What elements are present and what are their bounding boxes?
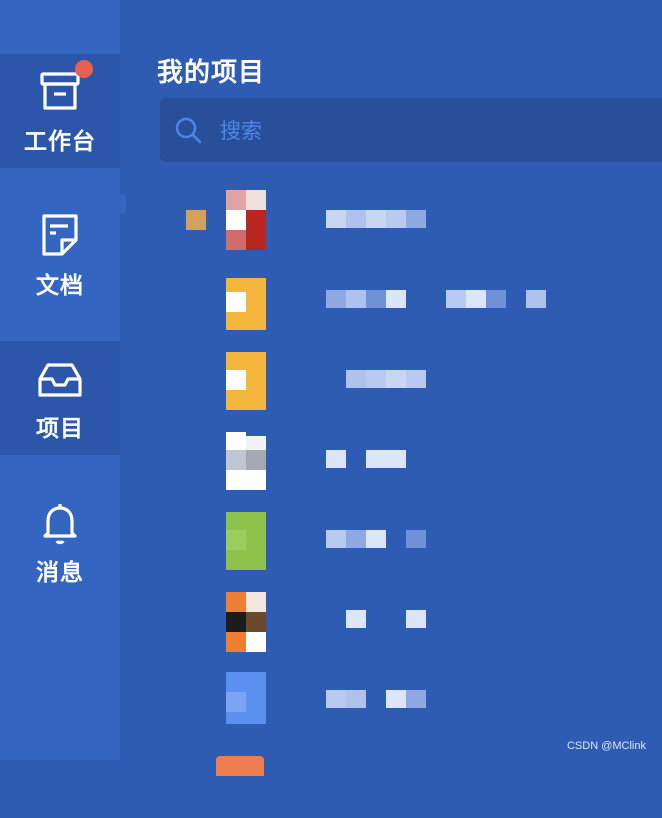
nav-label-workbench: 工作台 bbox=[24, 129, 96, 155]
search-icon bbox=[174, 116, 204, 150]
page-title: 我的项目 bbox=[157, 58, 266, 88]
project-thumbnail bbox=[226, 590, 266, 652]
nav-item-messages[interactable]: 消息 bbox=[0, 485, 120, 599]
search-input[interactable] bbox=[218, 112, 622, 150]
project-row[interactable] bbox=[160, 348, 662, 412]
project-thumbnail bbox=[226, 670, 266, 730]
nav-label-messages: 消息 bbox=[36, 560, 84, 586]
notification-badge bbox=[75, 60, 93, 78]
project-row[interactable] bbox=[160, 754, 662, 818]
document-icon bbox=[36, 212, 84, 260]
project-marker bbox=[186, 210, 206, 230]
sidebar-tab-notch bbox=[118, 195, 126, 213]
inbox-tray-icon bbox=[36, 355, 84, 403]
project-row[interactable] bbox=[160, 268, 662, 332]
project-row[interactable] bbox=[160, 588, 662, 652]
project-row[interactable] bbox=[160, 188, 662, 252]
project-thumbnail bbox=[226, 430, 266, 490]
project-thumbnail bbox=[226, 510, 266, 570]
nav-item-docs[interactable]: 文档 bbox=[0, 198, 120, 312]
project-row[interactable] bbox=[160, 668, 662, 732]
project-thumbnail bbox=[216, 756, 266, 816]
search-bar[interactable] bbox=[160, 98, 662, 162]
project-row[interactable] bbox=[160, 428, 662, 492]
project-row[interactable] bbox=[160, 508, 662, 572]
nav-item-workbench[interactable]: 工作台 bbox=[0, 54, 120, 168]
nav-label-docs: 文档 bbox=[36, 273, 84, 299]
sidebar: 工作台 文档 项目 消息 bbox=[0, 0, 126, 760]
watermark: CSDN @MClink bbox=[566, 740, 646, 752]
nav-label-projects: 项目 bbox=[36, 416, 84, 442]
nav-item-projects[interactable]: 项目 bbox=[0, 341, 120, 455]
project-thumbnail bbox=[226, 190, 266, 250]
project-thumbnail bbox=[226, 270, 266, 330]
project-thumbnail bbox=[226, 350, 266, 410]
bell-icon bbox=[36, 499, 84, 547]
